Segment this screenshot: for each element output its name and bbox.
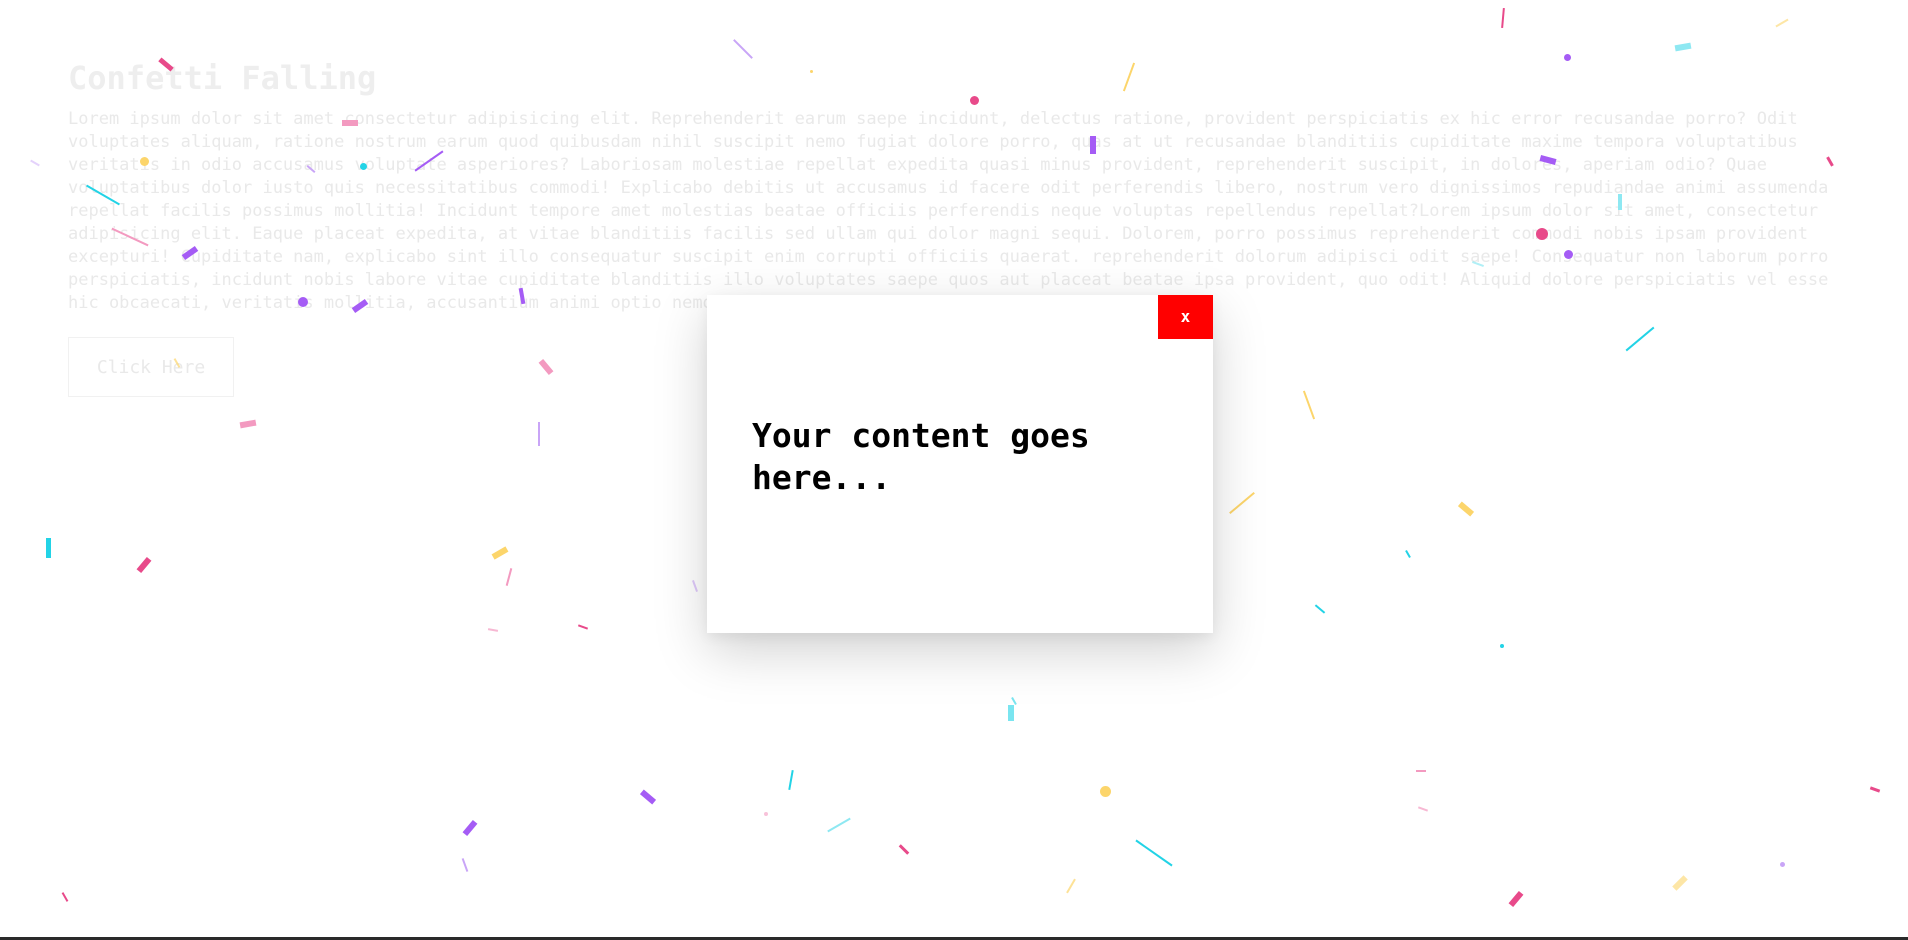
confetti-piece <box>46 538 51 558</box>
modal-dialog: x Your content goes here... <box>707 295 1213 633</box>
confetti-piece <box>1314 604 1326 614</box>
click-here-button[interactable]: Click Here <box>68 337 234 397</box>
confetti-piece <box>491 546 509 560</box>
confetti-piece <box>487 628 499 632</box>
confetti-piece <box>1674 42 1692 52</box>
confetti-piece <box>1500 644 1504 648</box>
confetti-piece <box>639 789 657 805</box>
confetti-piece <box>1135 839 1173 867</box>
confetti-piece <box>1100 786 1111 797</box>
confetti-piece <box>239 419 257 429</box>
confetti-piece <box>1501 7 1505 29</box>
confetti-piece <box>61 892 69 902</box>
close-button[interactable]: x <box>1158 295 1213 339</box>
confetti-piece <box>764 812 768 816</box>
confetti-page: Confetti Falling Lorem ipsum dolor sit a… <box>0 0 1908 940</box>
confetti-piece <box>1417 806 1429 812</box>
confetti-piece <box>538 422 540 446</box>
confetti-piece <box>1457 501 1475 517</box>
confetti-piece <box>788 769 794 791</box>
lorem-paragraph: Lorem ipsum dolor sit amet consectetur a… <box>68 109 1829 313</box>
confetti-piece <box>461 858 469 872</box>
confetti-piece <box>1008 705 1014 721</box>
confetti-piece <box>692 580 698 592</box>
confetti-piece <box>1775 18 1789 28</box>
confetti-piece <box>1416 770 1426 772</box>
confetti-piece <box>1780 862 1785 867</box>
confetti-piece <box>505 568 513 586</box>
confetti-piece <box>733 39 753 59</box>
confetti-piece <box>1011 697 1017 705</box>
modal-content-text: Your content goes here... <box>752 416 1090 497</box>
confetti-piece <box>827 817 851 833</box>
confetti-piece <box>136 556 152 574</box>
confetti-piece <box>1405 550 1411 558</box>
confetti-piece <box>898 844 910 855</box>
confetti-piece <box>1508 890 1524 908</box>
confetti-piece <box>462 819 478 837</box>
confetti-piece <box>577 624 589 630</box>
confetti-piece <box>1869 786 1881 793</box>
page-title: Confetti Falling <box>68 59 377 97</box>
confetti-piece <box>1066 878 1076 894</box>
confetti-piece <box>1229 491 1255 515</box>
confetti-piece <box>30 159 40 167</box>
confetti-piece <box>1672 875 1688 891</box>
